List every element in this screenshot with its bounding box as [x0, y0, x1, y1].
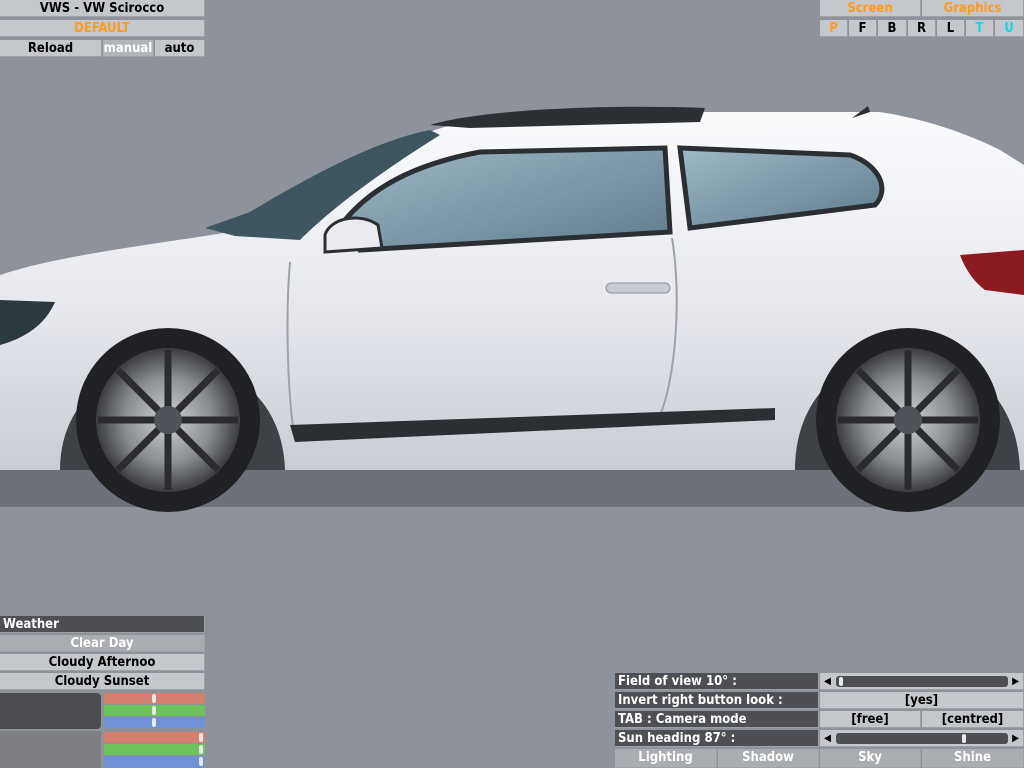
weather-option-cloudy-sunset[interactable]: Cloudy Sunset — [0, 673, 205, 690]
sun-slider-knob[interactable] — [962, 734, 966, 743]
fov-label: Field of view 10° : — [615, 673, 819, 690]
sky-red-slider[interactable] — [104, 693, 205, 704]
fov-slider[interactable]: ◀ ▶ — [820, 673, 1024, 690]
camera-mode-label: TAB : Camera mode — [615, 711, 819, 728]
view-button-t[interactable]: T — [966, 20, 994, 37]
weather-option-cloudy-afternoon[interactable]: Cloudy Afternoo — [0, 654, 205, 671]
tab-sky[interactable]: Sky — [820, 749, 921, 768]
view-button-p[interactable]: P — [820, 20, 848, 37]
auto-button[interactable]: auto — [155, 40, 205, 57]
view-button-r[interactable]: R — [908, 20, 936, 37]
invert-look-label: Invert right button look : — [615, 692, 819, 709]
graphics-tab[interactable]: Graphics — [922, 0, 1024, 17]
screen-tab[interactable]: Screen — [820, 0, 921, 17]
front-wheel — [76, 328, 260, 512]
view-button-f[interactable]: F — [849, 20, 877, 37]
rear-wheel — [816, 328, 1000, 512]
ambient-green-slider[interactable] — [104, 744, 205, 755]
sun-slider-track[interactable] — [836, 733, 1008, 744]
camera-free-button[interactable]: [free] — [820, 711, 921, 728]
fov-slider-knob[interactable] — [839, 677, 843, 686]
weather-header: Weather — [0, 616, 205, 633]
tab-shadow[interactable]: Shadow — [718, 749, 819, 768]
side-mirror — [323, 216, 384, 254]
sky-blue-slider[interactable] — [104, 717, 205, 728]
view-button-u[interactable]: U — [995, 20, 1024, 37]
sun-left-arrow[interactable]: ◀ — [824, 730, 831, 746]
fov-slider-track[interactable] — [836, 676, 1008, 687]
sky-green-slider[interactable] — [104, 705, 205, 716]
car-title: VWS - VW Scirocco — [0, 0, 205, 17]
camera-centred-button[interactable]: [centred] — [922, 711, 1024, 728]
config-name[interactable]: DEFAULT — [0, 20, 205, 37]
fov-right-arrow[interactable]: ▶ — [1012, 673, 1019, 689]
tab-shine[interactable]: Shine — [922, 749, 1024, 768]
door-handle — [605, 282, 671, 294]
ambient-red-slider[interactable] — [104, 732, 205, 743]
fov-left-arrow[interactable]: ◀ — [824, 673, 831, 689]
ambient-blue-slider[interactable] — [104, 756, 205, 768]
ambient-color-swatch[interactable] — [0, 731, 101, 768]
manual-button[interactable]: manual — [103, 40, 154, 57]
sun-right-arrow[interactable]: ▶ — [1012, 730, 1019, 746]
view-button-b[interactable]: B — [878, 20, 907, 37]
sun-heading-label: Sun heading 87° : — [615, 730, 819, 747]
sky-color-swatch[interactable] — [0, 693, 101, 729]
view-button-l[interactable]: L — [937, 20, 965, 37]
car-viewport[interactable] — [0, 0, 1024, 768]
tab-lighting[interactable]: Lighting — [615, 749, 717, 768]
weather-option-clear-day[interactable]: Clear Day — [0, 635, 205, 652]
reload-button[interactable]: Reload — [0, 40, 102, 57]
sun-heading-slider[interactable]: ◀ ▶ — [820, 730, 1024, 747]
invert-look-toggle[interactable]: [yes] — [820, 692, 1024, 709]
